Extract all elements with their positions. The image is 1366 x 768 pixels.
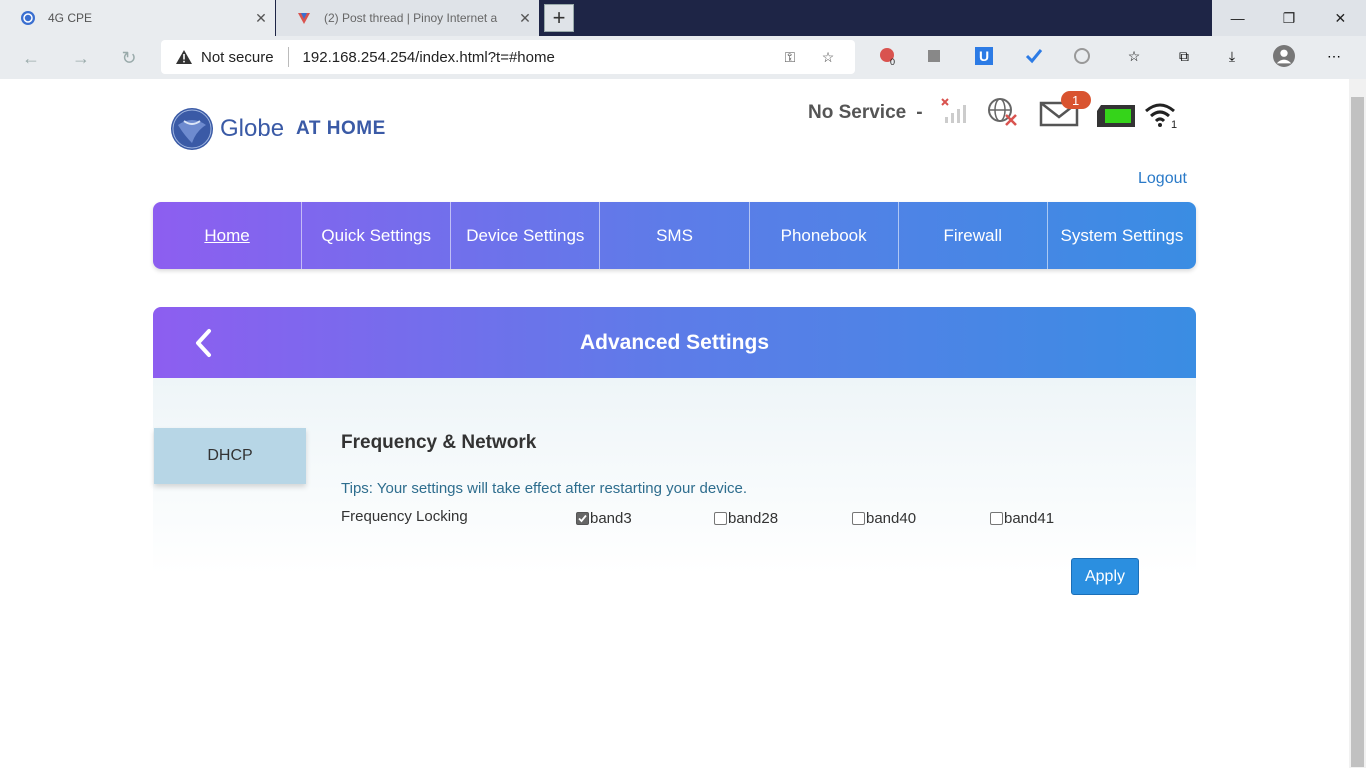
collections-icon[interactable]: ⧉ [1173, 45, 1195, 67]
settings-panel [153, 378, 1196, 574]
nav-item-home[interactable]: Home [153, 202, 303, 269]
nav-item-device-settings[interactable]: Device Settings [451, 202, 601, 269]
service-status-dash: - [916, 102, 923, 123]
tab-close-icon[interactable]: ✕ [247, 10, 275, 27]
logo-suffix: AT HOME [296, 118, 386, 139]
back-chevron-icon[interactable] [191, 327, 217, 359]
svg-text:0: 0 [890, 57, 895, 66]
browser-tab-4g-cpe[interactable]: 4G CPE ✕ [0, 0, 275, 36]
main-navigation: Home Quick Settings Device Settings SMS … [153, 202, 1196, 269]
tab-title: 4G CPE [48, 11, 93, 25]
browser-tab-post-thread[interactable]: (2) Post thread | Pinoy Internet a ✕ [276, 0, 539, 36]
logout-link[interactable]: Logout [1138, 170, 1187, 188]
warning-triangle-icon [175, 49, 193, 65]
extension-check-icon[interactable] [1023, 45, 1045, 67]
frequency-locking-label: Frequency Locking [341, 508, 468, 525]
side-menu-dhcp[interactable]: DHCP [154, 428, 306, 484]
service-status-text: No Service [808, 102, 907, 123]
not-secure-label[interactable]: Not secure [201, 49, 274, 66]
page-scrollbar[interactable] [1349, 79, 1366, 768]
more-menu-icon[interactable]: ⋯ [1323, 45, 1345, 67]
band41-option[interactable]: band41 [990, 510, 1054, 527]
window-controls: — ❐ ✕ [1212, 0, 1366, 36]
svg-text:U: U [979, 48, 989, 64]
tab-close-icon[interactable]: ✕ [511, 10, 539, 27]
band40-option[interactable]: band40 [852, 510, 916, 527]
signal-bars-no-service-icon [940, 97, 972, 130]
svg-text:1: 1 [1171, 119, 1177, 129]
wifi-icon: 1 [1144, 101, 1180, 134]
band41-label: band41 [1004, 510, 1055, 527]
scrollbar-thumb[interactable] [1351, 97, 1364, 767]
downloads-icon[interactable]: ⤓ [1221, 45, 1243, 67]
profile-avatar-icon[interactable] [1273, 45, 1295, 67]
tips-text: Tips: Your settings will take effect aft… [341, 480, 748, 497]
omnibox-divider [287, 47, 289, 67]
back-arrow-icon[interactable]: ← [18, 45, 44, 71]
nav-item-sms[interactable]: SMS [600, 202, 750, 269]
close-window-icon[interactable]: ✕ [1315, 0, 1366, 36]
reload-icon[interactable]: ↻ [116, 45, 142, 71]
nav-item-phonebook[interactable]: Phonebook [750, 202, 899, 269]
extension-shield-icon[interactable]: 0 [876, 45, 898, 67]
sms-envelope-icon[interactable]: 1 [1039, 91, 1093, 132]
favorites-icon[interactable]: ☆ [1123, 45, 1145, 67]
globe-at-home-logo: Globe AT HOME [170, 107, 386, 151]
nav-item-quick-settings[interactable]: Quick Settings [302, 202, 452, 269]
add-favorite-star-icon[interactable]: ☆ [817, 49, 839, 66]
advanced-settings-header: Advanced Settings [153, 307, 1196, 378]
address-bar[interactable]: Not secure 192.168.254.254/index.html?t=… [161, 40, 855, 74]
band28-option[interactable]: band28 [714, 510, 778, 527]
globe-logo-icon [170, 107, 214, 151]
extension-u-icon[interactable]: U [973, 45, 995, 67]
band3-option[interactable]: band3 [576, 510, 632, 527]
battery-full-icon [1095, 103, 1137, 134]
forward-arrow-icon[interactable]: → [68, 45, 94, 71]
band3-label: band3 [590, 510, 632, 527]
band41-checkbox[interactable] [990, 512, 1003, 525]
new-tab-button[interactable]: + [544, 4, 574, 32]
nav-item-firewall[interactable]: Firewall [899, 202, 1048, 269]
tab-title: (2) Post thread | Pinoy Internet a [324, 11, 498, 25]
router-admin-page: Globe AT HOME No Service - 1 1 Logout Ho… [0, 79, 1349, 768]
page-title: Advanced Settings [579, 331, 770, 354]
globe-favicon-icon [20, 10, 36, 26]
internet-disconnected-globe-icon [986, 97, 1020, 132]
band28-label: band28 [728, 510, 779, 527]
svg-text:1: 1 [1072, 93, 1079, 108]
extension-puzzle-icon[interactable] [924, 45, 946, 67]
apply-button[interactable]: Apply [1071, 558, 1139, 595]
band28-checkbox[interactable] [714, 512, 727, 525]
pinoy-favicon-icon [296, 10, 312, 26]
section-title: Frequency & Network [341, 432, 537, 453]
band40-label: band40 [866, 510, 917, 527]
minimize-icon[interactable]: — [1212, 0, 1263, 36]
url-text[interactable]: 192.168.254.254/index.html?t=#home [303, 49, 779, 66]
browser-tab-strip: 4G CPE ✕ (2) Post thread | Pinoy Interne… [0, 0, 1366, 36]
connection-status: No Service - [808, 99, 923, 127]
key-icon[interactable]: ⚿ [779, 49, 801, 66]
nav-item-system-settings[interactable]: System Settings [1048, 202, 1196, 269]
band3-checkbox[interactable] [576, 512, 589, 525]
restore-icon[interactable]: ❐ [1263, 0, 1314, 36]
extensions-icon[interactable] [1071, 45, 1093, 67]
band40-checkbox[interactable] [852, 512, 865, 525]
logo-text: Globe [220, 115, 285, 142]
